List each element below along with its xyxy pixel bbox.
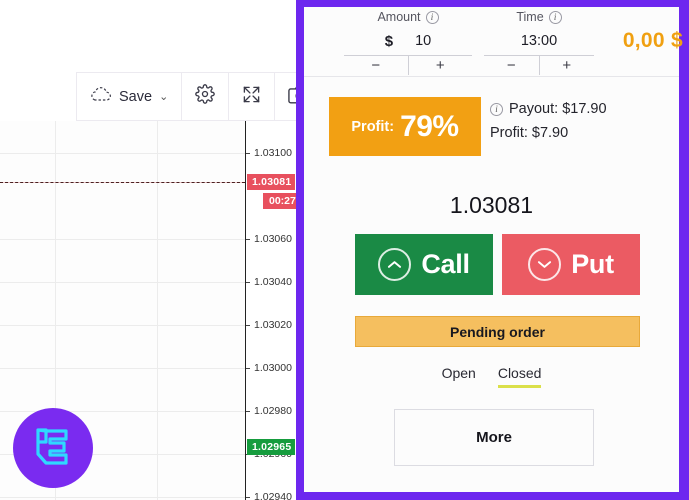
amount-stepper: − + [344,55,472,75]
time-field: Time i 13:00 − + [484,7,594,75]
amount-info-icon[interactable]: i [425,10,439,24]
logo-monogram-icon [36,428,68,465]
time-increment-button[interactable]: + [540,56,595,75]
save-button[interactable]: Save ⌄ [76,72,183,121]
save-label: Save [119,88,153,105]
put-label: Put [571,249,614,279]
amount-header: Amount i [344,7,472,27]
brand-logo [13,408,93,488]
axis-tick: 1.03060 [246,233,292,245]
amount-decrement-button[interactable]: − [344,56,409,75]
time-decrement-button[interactable]: − [484,56,540,75]
tab-closed[interactable]: Closed [497,365,542,388]
payout-row: i Payout: $17.90 [490,101,607,117]
payout-text: Payout: $17.90 [509,101,607,117]
currency-symbol: $ [384,32,394,50]
tab-open[interactable]: Open [442,365,476,388]
gridline-horizontal [0,239,245,240]
inputs-row: Amount i $ 10 − + Time i 13:00 − + 0,00 … [304,7,683,76]
time-stepper: − + [484,55,594,75]
call-button[interactable]: Call [355,234,493,295]
orders-tabs: Open Closed [304,365,679,388]
put-button[interactable]: Put [502,234,640,295]
trade-buttons-row: Call Put [355,234,640,295]
time-label: Time [516,10,544,24]
amount-field: Amount i $ 10 − + [344,7,472,75]
account-balance: 0,00 $ [622,29,683,52]
chevron-down-icon [528,248,562,281]
axis-tick: 1.03100 [246,147,292,159]
current-price-line [0,182,245,183]
amount-input[interactable]: 10 [415,33,431,49]
gridline-horizontal [0,325,245,326]
more-button[interactable]: More [394,409,594,466]
time-header: Time i [484,7,594,27]
axis-tick-label: 1.02980 [254,405,292,417]
gridline-horizontal [0,282,245,283]
chart-toolbar: Save ⌄ [76,72,326,121]
fullscreen-icon [242,85,261,109]
profit-badge-value: 79% [400,109,459,143]
axis-tick-label: 1.03060 [254,233,292,245]
app-root: 1.03100 1.03060 1.03040 1.03020 1.03000 … [0,0,689,500]
chevron-up-icon [378,248,412,281]
gridline-vertical [157,121,158,500]
axis-tick: 1.03000 [246,362,292,374]
trading-panel: Amount i $ 10 − + Time i 13:00 − + 0,00 … [296,0,689,500]
time-value-row[interactable]: 13:00 [484,27,594,55]
fullscreen-button[interactable] [229,72,276,121]
current-price-display: 1.03081 [449,192,534,218]
profit-badge: Profit: 79% [329,97,481,156]
chevron-down-icon[interactable]: ⌄ [159,90,168,103]
axis-tick: 1.02980 [246,405,292,417]
settings-button[interactable] [182,72,230,121]
axis-tick-label: 1.03000 [254,362,292,374]
divider [304,76,679,77]
axis-tick-label: 1.02940 [254,491,292,500]
axis-tick: 1.02940 [246,491,292,500]
axis-tick: 1.03040 [246,276,292,288]
cloud-save-icon [90,86,112,107]
amount-label: Amount [377,10,421,24]
axis-tick-label: 1.03020 [254,319,292,331]
axis-tick-label: 1.03100 [254,147,292,159]
pending-order-button[interactable]: Pending order [355,316,640,347]
payout-info-icon[interactable]: i [490,102,503,116]
axis-tick: 1.03020 [246,319,292,331]
gridline-horizontal [0,368,245,369]
axis-tick-label: 1.03040 [254,276,292,288]
time-info-icon[interactable]: i [548,10,562,24]
profit-badge-label: Profit: [351,118,395,135]
gridline-horizontal [0,497,245,498]
strike-price-badge: 1.02965 [247,439,296,455]
amount-increment-button[interactable]: + [409,56,473,75]
current-price-badge: 1.03081 [247,174,296,190]
gridline-horizontal [0,153,245,154]
profit-amount-text: Profit: $7.90 [490,125,569,141]
call-label: Call [421,249,470,279]
chart-area: 1.03100 1.03060 1.03040 1.03020 1.03000 … [0,0,326,500]
gear-icon [195,84,216,109]
payout-block: i Payout: $17.90 Profit: $7.90 [490,101,607,141]
time-input[interactable]: 13:00 [521,33,557,49]
price-axis: 1.03100 1.03060 1.03040 1.03020 1.03000 … [245,121,302,500]
amount-value-row[interactable]: $ 10 [344,27,472,55]
profit-row: Profit: 79% i Payout: $17.90 Profit: $7.… [304,97,679,159]
